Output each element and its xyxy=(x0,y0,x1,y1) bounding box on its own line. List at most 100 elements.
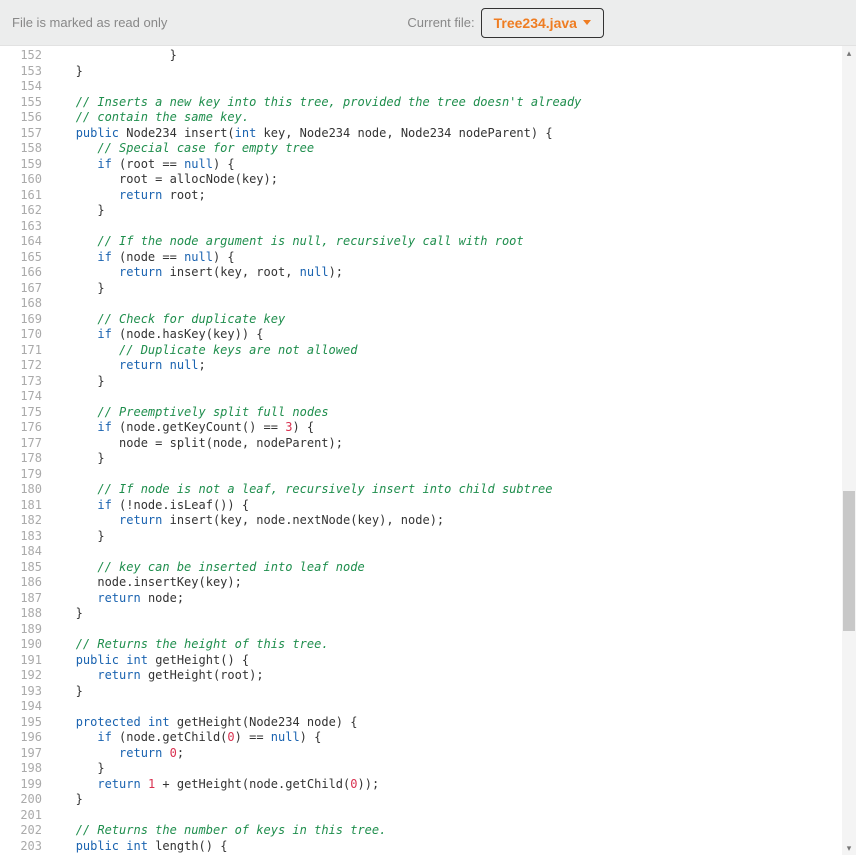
line-number: 163 xyxy=(0,219,48,235)
code-line: return getHeight(root); xyxy=(54,668,856,684)
code-line: public int length() { xyxy=(54,839,856,855)
line-number: 152 xyxy=(0,48,48,64)
line-number: 164 xyxy=(0,234,48,250)
line-number: 178 xyxy=(0,451,48,467)
line-number: 192 xyxy=(0,668,48,684)
line-number: 170 xyxy=(0,327,48,343)
code-line xyxy=(54,622,856,638)
code-line xyxy=(54,699,856,715)
caret-down-icon xyxy=(583,20,591,25)
code-line: // key can be inserted into leaf node xyxy=(54,560,856,576)
code-line: } xyxy=(54,684,856,700)
code-line: if (root == null) { xyxy=(54,157,856,173)
line-number: 168 xyxy=(0,296,48,312)
code-line: protected int getHeight(Node234 node) { xyxy=(54,715,856,731)
line-number: 188 xyxy=(0,606,48,622)
code-line xyxy=(54,467,856,483)
code-line: } xyxy=(54,606,856,622)
line-number: 158 xyxy=(0,141,48,157)
code-line: if (node.hasKey(key)) { xyxy=(54,327,856,343)
line-number: 173 xyxy=(0,374,48,390)
line-number: 197 xyxy=(0,746,48,762)
current-file-label: Current file: xyxy=(407,15,474,30)
line-number: 162 xyxy=(0,203,48,219)
line-number: 169 xyxy=(0,312,48,328)
code-line: } xyxy=(54,64,856,80)
line-number: 177 xyxy=(0,436,48,452)
code-line: if (node.getChild(0) == null) { xyxy=(54,730,856,746)
code-line: if (!node.isLeaf()) { xyxy=(54,498,856,514)
code-line xyxy=(54,808,856,824)
line-number: 175 xyxy=(0,405,48,421)
line-number: 180 xyxy=(0,482,48,498)
code-line: public int getHeight() { xyxy=(54,653,856,669)
code-line: // Special case for empty tree xyxy=(54,141,856,157)
file-dropdown[interactable]: Tree234.java xyxy=(481,8,604,38)
scroll-down-arrow-icon[interactable]: ▾ xyxy=(842,841,856,855)
line-number: 154 xyxy=(0,79,48,95)
line-number: 179 xyxy=(0,467,48,483)
line-number: 198 xyxy=(0,761,48,777)
header-center: Current file: Tree234.java xyxy=(167,8,844,38)
code-line: if (node == null) { xyxy=(54,250,856,266)
line-number: 203 xyxy=(0,839,48,855)
line-number: 155 xyxy=(0,95,48,111)
code-line xyxy=(54,389,856,405)
line-number: 176 xyxy=(0,420,48,436)
line-number: 195 xyxy=(0,715,48,731)
scroll-thumb[interactable] xyxy=(843,491,855,631)
line-number: 159 xyxy=(0,157,48,173)
code-line: node.insertKey(key); xyxy=(54,575,856,591)
code-line: } xyxy=(54,281,856,297)
line-number: 165 xyxy=(0,250,48,266)
code-line: // Preemptively split full nodes xyxy=(54,405,856,421)
code-line: return insert(key, node.nextNode(key), n… xyxy=(54,513,856,529)
line-number: 194 xyxy=(0,699,48,715)
code-line xyxy=(54,544,856,560)
code-line: } xyxy=(54,451,856,467)
line-number: 183 xyxy=(0,529,48,545)
line-number: 187 xyxy=(0,591,48,607)
code-line: return node; xyxy=(54,591,856,607)
line-number: 171 xyxy=(0,343,48,359)
line-number: 184 xyxy=(0,544,48,560)
code-line: return root; xyxy=(54,188,856,204)
code-line: return 1 + getHeight(node.getChild(0)); xyxy=(54,777,856,793)
line-number: 156 xyxy=(0,110,48,126)
code-line: if (node.getKeyCount() == 3) { xyxy=(54,420,856,436)
code-line: } xyxy=(54,761,856,777)
code-line: public Node234 insert(int key, Node234 n… xyxy=(54,126,856,142)
scroll-up-arrow-icon[interactable]: ▴ xyxy=(842,46,856,60)
line-number: 199 xyxy=(0,777,48,793)
code-line: } xyxy=(54,374,856,390)
code-line: // Check for duplicate key xyxy=(54,312,856,328)
line-number: 160 xyxy=(0,172,48,188)
line-number: 200 xyxy=(0,792,48,808)
code-content[interactable]: } } // Inserts a new key into this tree,… xyxy=(48,46,856,855)
code-line xyxy=(54,79,856,95)
code-line: } xyxy=(54,203,856,219)
code-line xyxy=(54,296,856,312)
code-line: node = split(node, nodeParent); xyxy=(54,436,856,452)
code-line: } xyxy=(54,792,856,808)
code-line: // Returns the height of this tree. xyxy=(54,637,856,653)
code-line: return 0; xyxy=(54,746,856,762)
line-number: 167 xyxy=(0,281,48,297)
line-number: 193 xyxy=(0,684,48,700)
readonly-notice: File is marked as read only xyxy=(12,15,167,30)
line-number: 190 xyxy=(0,637,48,653)
code-line: return null; xyxy=(54,358,856,374)
code-line: // contain the same key. xyxy=(54,110,856,126)
vertical-scrollbar[interactable]: ▴ ▾ xyxy=(842,46,856,855)
code-line: // Returns the number of keys in this tr… xyxy=(54,823,856,839)
code-line: // If the node argument is null, recursi… xyxy=(54,234,856,250)
line-number: 172 xyxy=(0,358,48,374)
line-number: 166 xyxy=(0,265,48,281)
line-number: 181 xyxy=(0,498,48,514)
line-number: 157 xyxy=(0,126,48,142)
line-number: 202 xyxy=(0,823,48,839)
line-number: 185 xyxy=(0,560,48,576)
code-line: // Inserts a new key into this tree, pro… xyxy=(54,95,856,111)
code-line: return insert(key, root, null); xyxy=(54,265,856,281)
line-number: 196 xyxy=(0,730,48,746)
